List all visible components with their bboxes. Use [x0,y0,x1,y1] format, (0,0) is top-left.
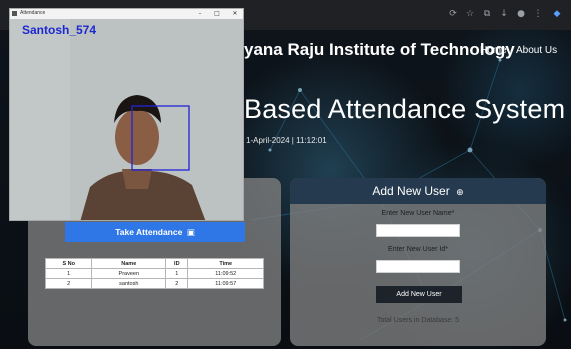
nav-home[interactable]: Home [480,45,507,56]
cell-time: 11:09:52 [187,268,264,279]
column-header-sno: S No [44,258,93,269]
camera-window-titlebar[interactable]: Attendance – □ ✕ [10,9,243,19]
add-user-header-label: Add New User [372,184,450,198]
camera-image [10,19,243,220]
profile-icon[interactable]: ● [516,9,526,19]
hero-title: Based Attendance System [244,94,566,124]
column-header-name: Name [91,258,167,269]
cell-id: 1 [165,268,189,279]
table-row: 2 santosh 2 11:09:57 [44,278,264,289]
camera-window: Attendance – □ ✕ Santosh_574 [9,8,244,221]
recognized-user-label: Santosh_574 [22,23,97,37]
cell-sno: 1 [44,268,93,279]
nav-about-us[interactable]: About Us [516,45,557,56]
column-header-time: Time [187,258,264,269]
download-icon[interactable]: ↓ [499,9,509,19]
take-attendance-button[interactable]: Take Attendance ▣ [65,222,245,242]
table-row: 1 Praveen 1 11:09:52 [44,268,264,279]
attendance-table: S No Name ID Time 1 Praveen 1 11:09:52 2… [44,258,264,289]
add-user-button[interactable]: Add New User [376,286,462,303]
add-user-panel: Add New User ⊕ Enter New User Name* Ente… [290,178,546,346]
take-attendance-label: Take Attendance [115,227,183,237]
refresh-icon[interactable]: ⟳ [448,9,458,19]
cell-time: 11:09:57 [187,278,264,289]
cell-sno: 2 [44,278,93,289]
cell-id: 2 [165,278,189,289]
edge-icon[interactable]: ◆ [552,9,562,19]
site-title: yana Raju Institute of Technology [244,40,515,59]
calendar-icon: ▣ [186,228,195,238]
star-icon[interactable]: ☆ [465,9,475,19]
column-header-id: ID [165,258,189,269]
user-id-label: Enter New User Id* [388,246,448,253]
camera-feed: Santosh_574 [10,19,243,220]
cell-name: Praveen [91,268,167,279]
user-name-input[interactable] [376,224,460,237]
extension-icon[interactable]: ⧉ [482,9,492,19]
table-header-row: S No Name ID Time [44,258,264,269]
total-users-count: Total Users in Database: 5 [376,317,460,324]
app-icon [12,11,17,16]
user-name-label: Enter New User Name* [381,210,455,217]
user-plus-icon: ⊕ [456,188,464,198]
maximize-button[interactable]: □ [211,9,223,19]
cell-name: santosh [91,278,167,289]
user-id-input[interactable] [376,260,460,273]
date-time: 1-April-2024 | 11:12:01 [246,136,327,145]
close-button[interactable]: ✕ [229,9,241,19]
minimize-button[interactable]: – [194,9,206,19]
settings-icon[interactable]: ⋮ [533,9,543,19]
add-user-header: Add New User ⊕ [290,178,546,204]
camera-window-title: Attendance [20,10,46,16]
